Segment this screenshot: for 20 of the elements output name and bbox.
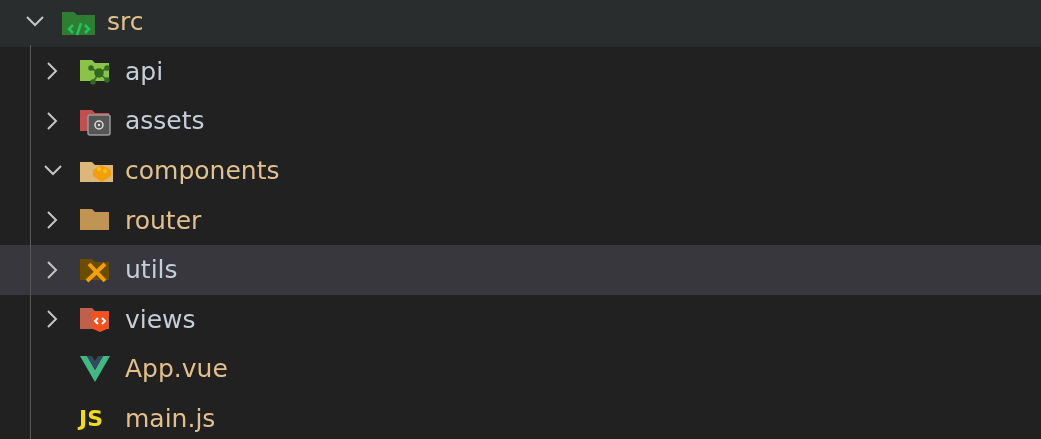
- folder-name: components: [125, 158, 280, 184]
- file-name: main.js: [125, 406, 216, 432]
- tree-row[interactable]: JS main.js: [0, 393, 1041, 439]
- folder-name: utils: [125, 257, 178, 283]
- folder-name: views: [125, 306, 196, 332]
- js-icon: JS: [79, 407, 104, 430]
- vue-logo-icon: [79, 353, 111, 384]
- tree-row[interactable]: App.vue: [0, 344, 1041, 394]
- tree-row[interactable]: components: [0, 145, 1041, 196]
- tree-row[interactable]: api: [0, 46, 1041, 97]
- tree-row[interactable]: views: [0, 294, 1041, 345]
- folder-name: src: [107, 9, 144, 35]
- folder-name: assets: [125, 108, 205, 134]
- tree-row[interactable]: assets: [0, 96, 1041, 146]
- folder-name: router: [125, 207, 202, 233]
- file-name: App.vue: [125, 356, 228, 382]
- tree-row[interactable]: router: [0, 195, 1041, 245]
- tree-row[interactable]: src: [0, 0, 1041, 47]
- tree-row[interactable]: utils: [0, 244, 1041, 295]
- folder-name: api: [125, 58, 164, 84]
